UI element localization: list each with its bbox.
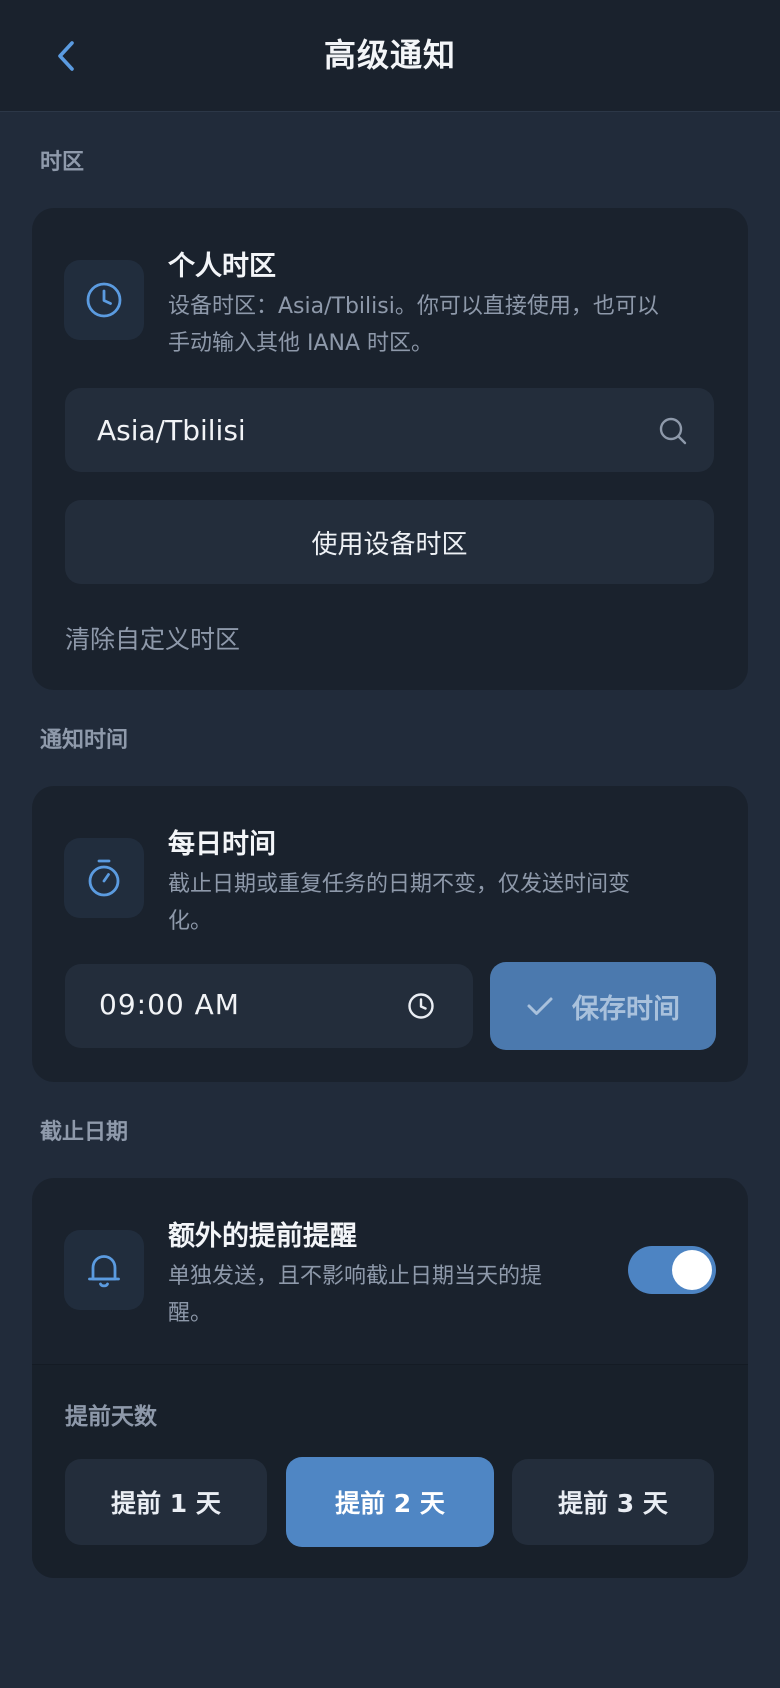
advance-reminder-icon-tile <box>64 1230 144 1310</box>
daily-time-card: 每日时间 截止日期或重复任务的日期不变，仅发送时间变 化。 09:00 AM 保… <box>32 786 748 1082</box>
advance-reminder-card-description-2: 醒。 <box>168 1301 213 1326</box>
top-bar: 高级通知 <box>0 0 780 112</box>
daily-time-card-title: 每日时间 <box>168 829 276 860</box>
timezone-card-title: 个人时区 <box>168 251 276 282</box>
section-label-due-date: 截止日期 <box>40 1120 129 1145</box>
timezone-card: 个人时区 设备时区：Asia/Tbilisi。你可以直接使用，也可以 手动输入其… <box>32 208 748 690</box>
save-time-button[interactable]: 保存时间 <box>490 962 716 1050</box>
bell-icon <box>88 1255 120 1288</box>
clock-icon <box>408 993 434 1019</box>
advance-reminder-toggle[interactable] <box>628 1246 716 1294</box>
timezone-icon-tile <box>64 260 144 340</box>
daily-time-icon-tile <box>64 838 144 918</box>
search-icon <box>659 417 687 445</box>
advance-days-label: 提前天数 <box>65 1404 157 1430</box>
daily-time-card-description-2: 化。 <box>168 909 213 934</box>
timezone-card-description-2: 手动输入其他 IANA 时区。 <box>168 331 434 356</box>
timezone-field <box>65 388 714 472</box>
stopwatch-icon <box>88 859 120 897</box>
time-picker-field[interactable]: 09:00 AM <box>65 964 473 1048</box>
clear-custom-timezone-link[interactable]: 清除自定义时区 <box>65 620 240 656</box>
advance-days-option-3[interactable]: 提前 3 天 <box>512 1459 714 1545</box>
advance-reminder-card-description-1: 单独发送，且不影响截止日期当天的提 <box>168 1264 543 1289</box>
advance-days-panel: 提前天数 提前 1 天 提前 2 天 提前 3 天 <box>32 1365 748 1578</box>
check-icon <box>527 997 553 1015</box>
section-label-notify-time: 通知时间 <box>40 728 129 753</box>
time-value: 09:00 AM <box>99 988 240 1021</box>
timezone-input[interactable] <box>65 388 714 472</box>
daily-time-card-description-1: 截止日期或重复任务的日期不变，仅发送时间变 <box>168 872 631 897</box>
use-device-timezone-button[interactable]: 使用设备时区 <box>65 500 714 584</box>
clock-icon <box>86 282 122 318</box>
timezone-card-description-1: 设备时区：Asia/Tbilisi。你可以直接使用，也可以 <box>168 294 659 319</box>
advance-days-option-1[interactable]: 提前 1 天 <box>65 1459 267 1545</box>
advance-reminder-card-title: 额外的提前提醒 <box>168 1221 357 1252</box>
toggle-knob <box>672 1250 712 1290</box>
advance-days-option-2[interactable]: 提前 2 天 <box>286 1457 494 1547</box>
save-time-label: 保存时间 <box>572 993 680 1025</box>
page-title: 高级通知 <box>323 36 456 74</box>
section-label-timezone: 时区 <box>40 150 85 175</box>
advance-reminder-card: 额外的提前提醒 单独发送，且不影响截止日期当天的提 醒。 提前天数 提前 1 天… <box>32 1178 748 1578</box>
